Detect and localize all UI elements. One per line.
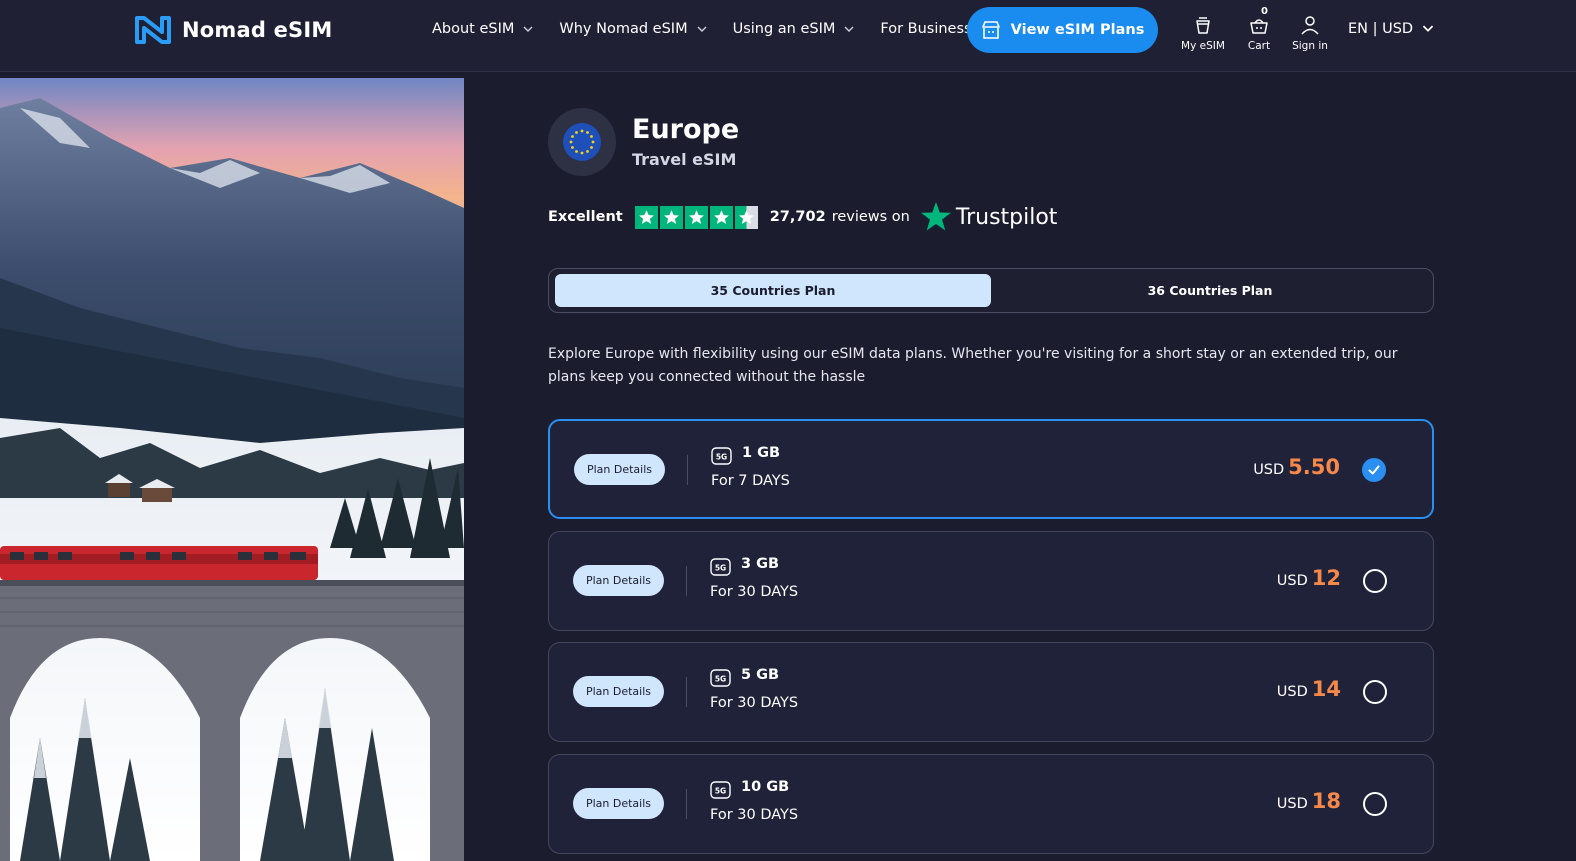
rating-label: Excellent [548,209,623,225]
tab-36-countries[interactable]: 36 Countries Plan [992,274,1428,307]
plan-card-1gb[interactable]: Plan Details 5G 1 GB For 7 DAYS USD 5.50 [548,419,1434,519]
plan-details-button[interactable]: Plan Details [573,676,664,707]
plans-description: Explore Europe with flexibility using ou… [548,346,1398,385]
half-star-icon [734,205,758,229]
plan-data-amount: 10 GB [741,779,790,795]
chevron-down-icon [1422,25,1434,32]
nav-about-esim-label: About eSIM [432,21,515,37]
plan-radio-selected[interactable] [1362,458,1386,482]
view-esim-plans-label: View eSIM Plans [1010,22,1145,38]
chevron-down-icon [697,26,707,32]
star-icon [634,205,658,229]
brand-name: Nomad eSIM [182,18,333,42]
region-subtitle: Travel eSIM [632,150,737,169]
5g-label: 5G [716,453,727,462]
trustpilot-star-icon [920,202,951,231]
nav-for-business-label: For Business [880,21,972,37]
plan-card-10gb[interactable]: Plan Details 5G 10 GB For 30 DAYS USD 18 [548,754,1434,854]
nav-for-business[interactable]: For Business [880,21,971,37]
plan-radio[interactable] [1363,792,1387,816]
chevron-down-icon [844,26,854,32]
eu-flag-icon [563,123,601,161]
rating-stars [634,205,758,229]
plan-data-amount: 3 GB [741,556,780,572]
region-title: Europe [632,114,740,145]
5g-icon: 5G [710,669,731,687]
user-icon [1301,16,1319,35]
plan-details-button[interactable]: Plan Details [573,788,664,819]
plan-card-3gb[interactable]: Plan Details 5G 3 GB For 30 DAYS USD 12 [548,531,1434,631]
plan-price: USD 12 [1277,566,1341,590]
star-icon [659,205,683,229]
price-amount: 14 [1311,677,1341,701]
reviews-count: 27,702 [769,209,826,225]
nav-why-nomad[interactable]: Why Nomad eSIM [559,21,707,37]
main-menu: About eSIM Why Nomad eSIM Using an eSIM … [432,0,972,58]
plan-radio[interactable] [1363,569,1387,593]
locale-selector[interactable]: EN | USD [1348,0,1434,58]
nav-using-esim[interactable]: Using an eSIM [733,21,855,37]
plan-details-button[interactable]: Plan Details [574,454,665,485]
locale-label: EN | USD [1348,21,1414,37]
check-icon [1368,465,1380,475]
trustpilot-rating[interactable]: Excellent 27,702 reviews on Trustpilot [548,200,1057,234]
plan-duration: For 30 DAYS [710,584,799,600]
sign-in-link[interactable]: Sign in [1290,8,1330,52]
tab-35-countries[interactable]: 35 Countries Plan [555,274,991,307]
5g-icon: 5G [710,558,731,576]
cart-icon [1250,19,1268,34]
nav-why-nomad-label: Why Nomad eSIM [559,21,688,37]
nav-using-esim-label: Using an eSIM [732,21,836,37]
esim-icon [1196,17,1210,34]
price-currency: USD [1276,684,1308,700]
plan-price: USD 18 [1277,789,1341,813]
price-amount: 18 [1311,789,1341,813]
5g-label: 5G [715,564,726,573]
plan-data-amount: 1 GB [742,445,781,461]
5g-label: 5G [715,675,726,684]
sign-in-label: Sign in [1292,40,1328,52]
plan-duration: For 30 DAYS [710,807,799,823]
region-flag-badge [548,108,616,176]
plan-divider [686,566,687,596]
plan-divider [686,677,687,707]
nav-about-esim[interactable]: About eSIM [432,21,533,37]
brand-logo[interactable]: Nomad eSIM [134,12,332,48]
plan-price: USD 5.50 [1253,455,1340,479]
nomad-logo-icon [135,16,171,44]
trustpilot-name: Trustpilot [955,204,1058,230]
star-icon [684,205,708,229]
price-amount: 5.50 [1288,455,1340,479]
plan-data-amount: 5 GB [741,667,780,683]
price-currency: USD [1253,462,1285,478]
my-esim-label: My eSIM [1181,40,1225,52]
plan-duration: For 30 DAYS [710,695,799,711]
plan-card-5gb[interactable]: Plan Details 5G 5 GB For 30 DAYS USD 14 [548,642,1434,742]
top-nav: Nomad eSIM About eSIM Why Nomad eSIM Usi… [0,0,1576,72]
hero-image [0,78,464,861]
mountain-train-illustration [0,78,464,861]
plan-radio[interactable] [1363,680,1387,704]
plan-duration: For 7 DAYS [711,473,790,489]
price-amount: 12 [1311,566,1341,590]
plan-price: USD 14 [1277,677,1341,701]
5g-label: 5G [715,787,726,796]
plan-divider [687,455,688,485]
cart-label: Cart [1247,40,1271,52]
chevron-down-icon [523,26,533,32]
plan-divider [686,789,687,819]
plan-details-button[interactable]: Plan Details [573,565,664,596]
star-icon [709,205,733,229]
5g-icon: 5G [711,447,732,465]
5g-icon: 5G [710,781,731,799]
view-esim-plans-button[interactable]: View eSIM Plans [967,7,1158,53]
cart-count-badge: 0 [1261,6,1268,17]
price-currency: USD [1276,796,1308,812]
my-esim-link[interactable]: My eSIM [1180,8,1226,52]
reviews-text: reviews on [831,209,910,225]
cart-link[interactable]: 0 Cart [1244,6,1274,52]
price-currency: USD [1276,573,1308,589]
store-icon [981,21,1000,39]
plan-type-tabs: 35 Countries Plan 36 Countries Plan [548,268,1434,313]
